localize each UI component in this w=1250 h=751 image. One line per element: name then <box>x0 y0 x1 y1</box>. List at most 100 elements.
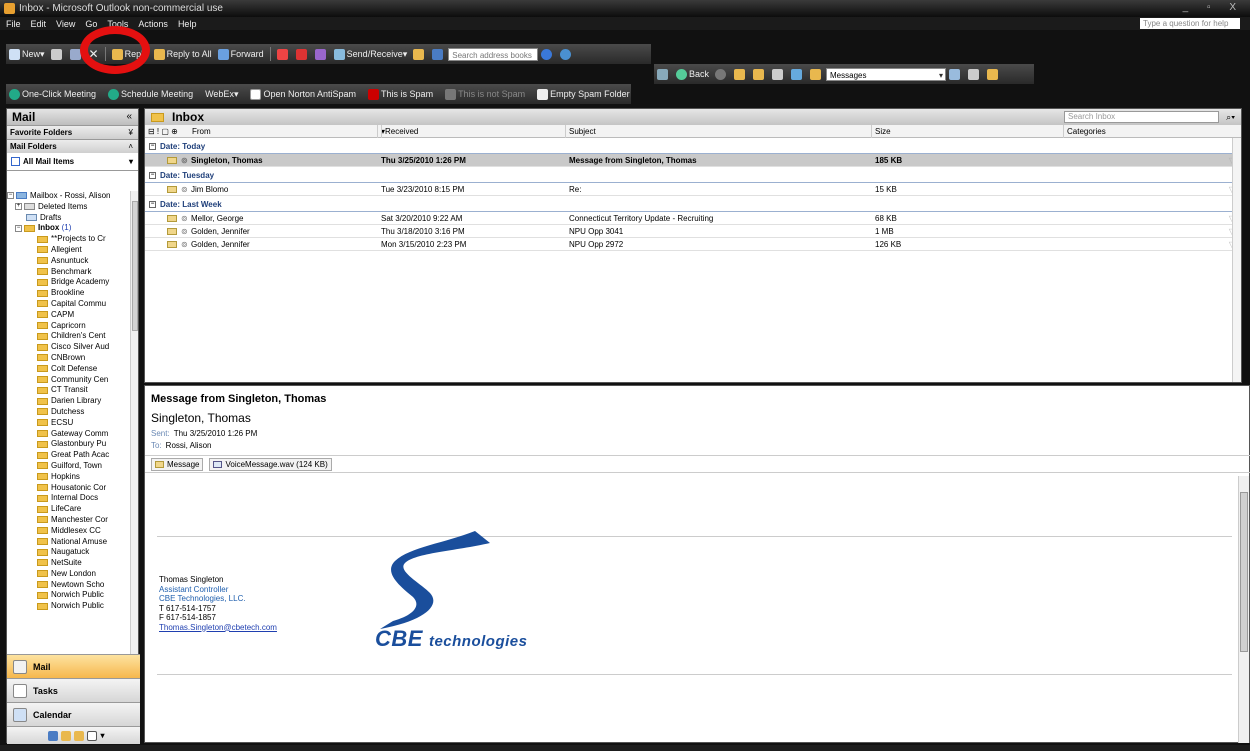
menu-edit[interactable]: Edit <box>31 19 47 29</box>
preview-button[interactable] <box>772 68 785 80</box>
forward-nav-button[interactable] <box>715 68 728 80</box>
pin-button[interactable] <box>987 68 1000 80</box>
print-button[interactable] <box>50 48 64 60</box>
expand-icon[interactable]: + <box>15 203 22 211</box>
all-mail-items-selector[interactable]: All Mail Items ▾ <box>7 153 138 171</box>
message-row[interactable]: ⊚ Singleton, Thomas Thu 3/25/2010 1:26 PM M… <box>145 154 1241 167</box>
folder-item[interactable]: Cisco Silver Aud <box>7 342 140 353</box>
menu-file[interactable]: File <box>6 19 21 29</box>
subject-column-header[interactable]: Subject <box>565 125 871 138</box>
folder-item[interactable]: Bridge Academy <box>7 277 140 288</box>
schedule-meeting-button[interactable]: Schedule Meeting <box>108 88 193 100</box>
folder-item[interactable]: Hopkins <box>7 472 140 483</box>
folder-item[interactable]: ECSU <box>7 418 140 429</box>
configure-buttons-icon[interactable]: ▾ <box>100 731 104 740</box>
folder-item[interactable]: Internal Docs <box>7 493 140 504</box>
folder-item[interactable]: New London <box>7 569 140 580</box>
search-address-books-input[interactable]: Search address books <box>448 47 539 61</box>
scroll-thumb[interactable] <box>132 201 138 331</box>
folder-item[interactable]: Naugatuck <box>7 547 140 558</box>
folder-item[interactable]: Capricorn <box>7 321 140 332</box>
recipient-name[interactable]: Rossi, Alison <box>166 441 212 450</box>
folder-item[interactable]: Dutchess <box>7 407 140 418</box>
folder-item[interactable]: Community Cen <box>7 375 140 386</box>
mail-nav-button[interactable]: Mail <box>7 654 140 678</box>
folder-item[interactable]: Gateway Comm <box>7 429 140 440</box>
date-group-header[interactable]: − Date: Today <box>145 140 1241 154</box>
collapse-icon[interactable]: − <box>149 143 156 151</box>
message-row[interactable]: ⊚ Golden, Jennifer Thu 3/18/2010 3:16 PM NP… <box>145 225 1241 238</box>
folder-item[interactable]: Norwich Public <box>7 590 140 601</box>
address-book-button[interactable] <box>432 48 445 60</box>
forward-button[interactable]: Forward <box>217 48 264 60</box>
message-list-scrollbar[interactable] <box>1232 138 1241 382</box>
flag-button[interactable] <box>295 48 309 60</box>
notes-icon[interactable] <box>61 730 72 741</box>
shortcuts-icon[interactable] <box>87 730 98 741</box>
size-column-header[interactable]: Size <box>871 125 1063 138</box>
folder-item[interactable]: Children's Cent <box>7 331 140 342</box>
collapse-icon[interactable]: − <box>7 192 14 200</box>
folder-item[interactable]: Newtown Scho <box>7 580 140 591</box>
folder-item[interactable]: CNBrown <box>7 353 140 364</box>
tasks-nav-button[interactable]: Tasks <box>7 678 140 702</box>
not-spam-button[interactable]: This is not Spam <box>445 88 525 100</box>
webex-button[interactable]: WebEx ▾ <box>205 89 238 100</box>
menu-view[interactable]: View <box>56 19 75 29</box>
folder-list-button[interactable] <box>753 68 766 80</box>
folder-item[interactable]: Manchester Cor <box>7 515 140 526</box>
folder-tree-scrollbar[interactable] <box>130 191 138 656</box>
collapse-icon[interactable]: − <box>149 172 156 180</box>
voicemessage-attachment[interactable]: VoiceMessage.wav (124 KB) <box>209 457 332 471</box>
folder-item[interactable]: Norwich Public <box>7 601 140 612</box>
help-search-input[interactable]: Type a question for help <box>1140 18 1240 29</box>
folder-item[interactable]: Capital Commu <box>7 299 140 310</box>
folder-item[interactable]: Allegient <box>7 245 140 256</box>
open-norton-button[interactable]: Open Norton AntiSpam <box>250 88 356 100</box>
folder-inbox[interactable]: − Inbox (1) <box>7 223 140 234</box>
find-button[interactable] <box>413 48 426 60</box>
menu-go[interactable]: Go <box>85 19 97 29</box>
menu-help[interactable]: Help <box>178 19 197 29</box>
sync-button[interactable] <box>560 48 573 60</box>
help-button[interactable] <box>541 48 554 60</box>
web-icon-button[interactable] <box>657 68 670 80</box>
received-column-header[interactable]: Received ▾ <box>377 125 567 138</box>
folder-item[interactable]: National Amuse <box>7 537 140 548</box>
window-controls[interactable]: _ ▫ X <box>1183 2 1244 13</box>
folder-item[interactable]: **Projects to Cr <box>7 234 140 245</box>
undo-button[interactable] <box>791 68 804 80</box>
folder-item[interactable]: Asnuntuck <box>7 256 140 267</box>
new-button[interactable]: New ▾ <box>9 48 45 60</box>
home-button[interactable] <box>810 68 823 80</box>
favorite-folders-header[interactable]: Favorite Folders ¥ <box>7 125 138 139</box>
send-receive-button[interactable]: Send/Receive ▾ <box>333 48 407 60</box>
folder-item[interactable]: Colt Defense <box>7 364 140 375</box>
this-is-spam-button[interactable]: This is Spam <box>368 88 433 100</box>
rules-button[interactable] <box>314 48 328 60</box>
folder-item[interactable]: Brookline <box>7 288 140 299</box>
message-row[interactable]: ⊚ Mellor, George Sat 3/20/2010 9:22 AM Conn… <box>145 212 1241 225</box>
date-group-header[interactable]: − Date: Tuesday <box>145 169 1241 183</box>
customize-button[interactable] <box>968 68 981 80</box>
from-column-header[interactable]: From <box>189 125 379 138</box>
reading-pane-scrollbar[interactable] <box>1238 476 1249 743</box>
contacts-icon[interactable] <box>48 730 59 741</box>
empty-spam-folder-button[interactable]: Empty Spam Folder <box>537 88 630 100</box>
message-body-tab[interactable]: Message <box>151 457 204 471</box>
calendar-nav-button[interactable]: Calendar <box>7 702 140 726</box>
message-row[interactable]: ⊚Jim BlomoTue 3/23/2010 8:15 PMRe:15 KB▽ <box>145 183 1241 196</box>
folder-item[interactable]: Middlesex CC <box>7 526 140 537</box>
scroll-thumb[interactable] <box>1240 492 1248 652</box>
messages-view-select[interactable]: Messages <box>826 67 947 82</box>
collapse-icon[interactable]: − <box>15 224 22 232</box>
one-click-meeting-button[interactable]: One-Click Meeting <box>9 88 96 100</box>
signature-email-link[interactable]: Thomas.Singleton@cbetech.com <box>159 623 277 632</box>
folder-item[interactable]: CT Transit <box>7 385 140 396</box>
folder-item[interactable]: Housatonic Cor <box>7 483 140 494</box>
folder-deleted-items[interactable]: + Deleted Items <box>7 202 140 213</box>
importance-attachment-columns[interactable]: ⊟ ! ▢ ⊕ <box>145 125 193 138</box>
search-options-icon[interactable]: ⌕▾ <box>1226 109 1235 125</box>
view-button[interactable] <box>949 68 962 80</box>
search-inbox-input[interactable]: Search Inbox <box>1064 111 1219 123</box>
